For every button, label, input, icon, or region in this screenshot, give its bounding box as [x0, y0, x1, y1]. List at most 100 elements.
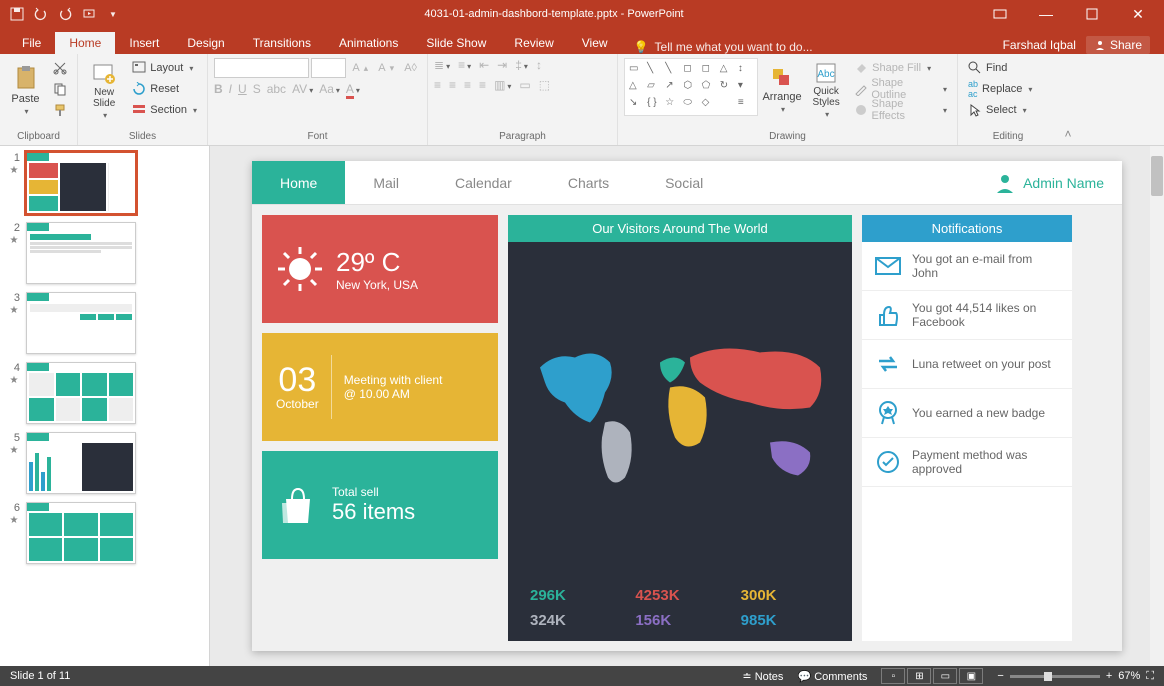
sorter-view-icon[interactable]: ⊞ [907, 668, 931, 684]
reset-button[interactable]: Reset [128, 79, 201, 99]
thumbnail-4[interactable]: 4★ [8, 362, 209, 424]
maximize-icon[interactable] [1070, 0, 1114, 28]
dash-tab-charts[interactable]: Charts [540, 161, 637, 204]
dash-tab-mail[interactable]: Mail [345, 161, 427, 204]
font-color-button[interactable]: A▾ [346, 82, 360, 96]
line-spacing-button[interactable]: ‡▾ [515, 58, 528, 72]
zoom-control[interactable]: − + 67% ⛶ [997, 670, 1154, 683]
qat-customize-icon[interactable]: ▼ [102, 3, 124, 25]
thumbnail-6[interactable]: 6★ [8, 502, 209, 564]
underline-button[interactable]: U [238, 82, 247, 96]
tab-design[interactable]: Design [173, 32, 238, 54]
text-direction-button[interactable]: ↕ [536, 58, 542, 72]
thumbnail-5[interactable]: 5★ [8, 432, 209, 494]
increase-font-button[interactable]: A▴ [348, 58, 372, 78]
slide-thumbnails[interactable]: 1★ 2★ 3★ 4★ 5★ 6★ [0, 146, 210, 666]
decrease-font-button[interactable]: A▾ [374, 58, 398, 78]
minimize-icon[interactable]: — [1024, 0, 1068, 28]
normal-view-icon[interactable]: ▫ [881, 668, 905, 684]
thumbnail-1[interactable]: 1★ [8, 152, 209, 214]
italic-button[interactable]: I [229, 82, 232, 96]
tab-transitions[interactable]: Transitions [239, 32, 325, 54]
bullets-button[interactable]: ≣▾ [434, 58, 450, 72]
strikethrough-button[interactable]: S [253, 82, 261, 96]
user-name[interactable]: Farshad Iqbal [1003, 38, 1076, 52]
clear-formatting-button[interactable]: A◊ [400, 58, 421, 78]
thumbnail-3[interactable]: 3★ [8, 292, 209, 354]
quick-styles-button[interactable]: Abc Quick Styles▾ [806, 58, 846, 122]
slide-indicator[interactable]: Slide 1 of 11 [10, 670, 70, 682]
font-size-select[interactable] [311, 58, 346, 78]
dash-tab-social[interactable]: Social [637, 161, 731, 204]
share-button[interactable]: Share [1086, 36, 1150, 54]
char-spacing-button[interactable]: AV▾ [292, 82, 313, 96]
save-icon[interactable] [6, 3, 28, 25]
paste-button[interactable]: Paste▾ [6, 58, 45, 122]
undo-icon[interactable] [30, 3, 52, 25]
tab-insert[interactable]: Insert [115, 32, 173, 54]
notification-item[interactable]: Luna retweet on your post [862, 340, 1072, 389]
zoom-level[interactable]: 67% [1118, 670, 1140, 682]
slide-canvas[interactable]: Home Mail Calendar Charts Social Admin N… [210, 146, 1164, 666]
smartart-button[interactable]: ⬚ [539, 78, 550, 92]
increase-indent-button[interactable]: ⇥ [497, 58, 507, 72]
slideshow-view-icon[interactable]: ▣ [959, 668, 983, 684]
align-text-button[interactable]: ▭ [519, 78, 530, 92]
notes-button[interactable]: ≐ Notes [742, 670, 783, 683]
numbering-button[interactable]: ≡▾ [458, 58, 471, 72]
tab-review[interactable]: Review [500, 32, 567, 54]
arrange-button[interactable]: Arrange▾ [762, 58, 802, 122]
zoom-slider[interactable] [1010, 675, 1100, 678]
comments-button[interactable]: 💬 Comments [797, 670, 867, 683]
scrollbar-thumb[interactable] [1151, 156, 1163, 196]
thumbnail-2[interactable]: 2★ [8, 222, 209, 284]
redo-icon[interactable] [54, 3, 76, 25]
font-family-select[interactable] [214, 58, 309, 78]
tab-home[interactable]: Home [55, 32, 115, 54]
notification-item[interactable]: You got 44,514 likes on Facebook [862, 291, 1072, 340]
layout-button[interactable]: Layout▾ [128, 58, 201, 78]
justify-button[interactable]: ≡ [479, 78, 486, 92]
vertical-scrollbar[interactable] [1150, 146, 1164, 666]
reading-view-icon[interactable]: ▭ [933, 668, 957, 684]
section-button[interactable]: Section▾ [128, 100, 201, 120]
change-case-button[interactable]: Aa▾ [319, 82, 340, 96]
dash-tab-home[interactable]: Home [252, 161, 345, 204]
shape-effects-button[interactable]: Shape Effects▾ [850, 100, 951, 120]
shape-fill-button[interactable]: Shape Fill▾ [850, 58, 951, 78]
shape-outline-button[interactable]: Shape Outline▾ [850, 79, 951, 99]
zoom-in-icon[interactable]: + [1106, 670, 1112, 682]
replace-button[interactable]: abacReplace▾ [964, 79, 1036, 99]
shadow-button[interactable]: abc [267, 82, 286, 96]
file-tab[interactable]: File [8, 32, 55, 54]
columns-button[interactable]: ▥▾ [494, 78, 511, 92]
tab-view[interactable]: View [568, 32, 622, 54]
dash-tab-calendar[interactable]: Calendar [427, 161, 540, 204]
notification-item[interactable]: You got an e-mail from John [862, 242, 1072, 291]
pen-icon [854, 82, 867, 96]
bold-button[interactable]: B [214, 82, 223, 96]
notification-item[interactable]: You earned a new badge [862, 389, 1072, 438]
align-left-button[interactable]: ≡ [434, 78, 441, 92]
zoom-out-icon[interactable]: − [997, 670, 1003, 682]
align-center-button[interactable]: ≡ [449, 78, 456, 92]
start-from-beginning-icon[interactable] [78, 3, 100, 25]
fit-to-window-icon[interactable]: ⛶ [1146, 670, 1154, 683]
new-slide-button[interactable]: New Slide▾ [84, 58, 124, 122]
collapse-ribbon-icon[interactable]: ˄ [1058, 54, 1078, 145]
tab-slide-show[interactable]: Slide Show [412, 32, 500, 54]
close-icon[interactable]: ✕ [1116, 0, 1160, 28]
tell-me-search[interactable]: 💡 Tell me what you want to do... [634, 40, 813, 54]
tab-animations[interactable]: Animations [325, 32, 412, 54]
ribbon-display-icon[interactable] [978, 0, 1022, 28]
find-button[interactable]: Find [964, 58, 1036, 78]
admin-user[interactable]: Admin Name [995, 161, 1122, 204]
align-right-button[interactable]: ≡ [464, 78, 471, 92]
cut-button[interactable] [49, 58, 71, 78]
copy-button[interactable] [49, 79, 71, 99]
format-painter-button[interactable] [49, 100, 71, 120]
shapes-gallery[interactable]: ▭╲╲◻◻△↕ △▱↗⬡⬠↻▾ ↘{ }☆⬭◇≡ [624, 58, 758, 116]
decrease-indent-button[interactable]: ⇤ [479, 58, 489, 72]
select-button[interactable]: Select▾ [964, 100, 1036, 120]
notification-item[interactable]: Payment method was approved [862, 438, 1072, 487]
